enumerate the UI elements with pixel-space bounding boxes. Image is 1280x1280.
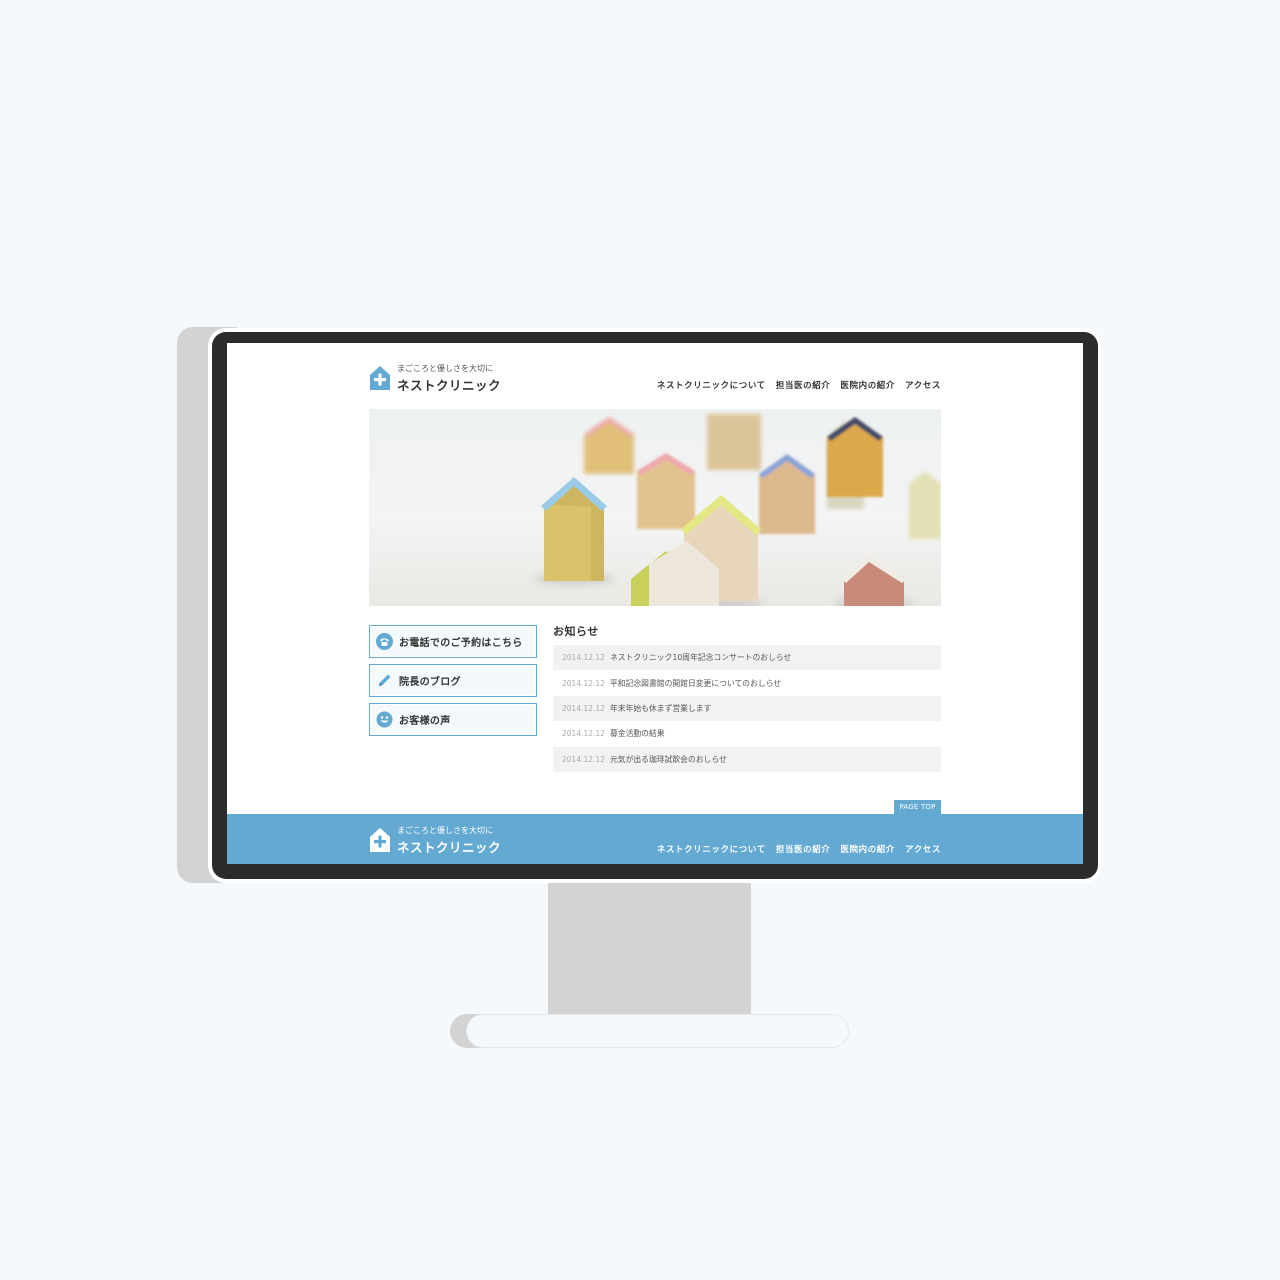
phone-reservation-button[interactable]: お電話でのご予約はこちら xyxy=(369,625,537,658)
clinic-house-icon xyxy=(370,366,390,390)
global-nav: ネストクリニックについて 担当医の紹介 医院内の紹介 アクセス xyxy=(657,379,941,391)
director-blog-button[interactable]: 院長のブログ xyxy=(369,664,537,697)
director-blog-label: 院長のブログ xyxy=(399,677,461,688)
news-date: 2014.12.12 xyxy=(562,653,605,663)
news-date: 2014.12.12 xyxy=(562,703,605,713)
news-text: 平和記念図書館の開館日変更についてのおしらせ xyxy=(610,678,782,688)
website-screen: まごころと優しさを大切に ネストクリニック ネストクリニックについて 担当医の紹… xyxy=(227,343,1083,864)
news-title: お知らせ xyxy=(553,625,599,638)
pencil-icon xyxy=(379,674,391,686)
customer-voice-button[interactable]: お客様の声 xyxy=(369,703,537,736)
news-item[interactable]: 2014.12.12 平和記念図書館の開館日変更についてのおしらせ xyxy=(553,670,941,695)
clinic-house-icon xyxy=(370,828,390,852)
footer-nav-about[interactable]: ネストクリニックについて xyxy=(657,843,766,855)
news-item[interactable]: 2014.12.12 年末年始も休まず営業します xyxy=(553,695,941,722)
site-tagline: まごころと優しさを大切に xyxy=(397,364,493,373)
wooden-houses-illustration xyxy=(534,414,941,606)
nav-doctors[interactable]: 担当医の紹介 xyxy=(776,379,831,391)
footer-nav-facility[interactable]: 医院内の紹介 xyxy=(840,843,895,855)
news-date: 2014.12.12 xyxy=(562,754,605,764)
site-header: まごころと優しさを大切に ネストクリニック ネストクリニックについて 担当医の紹… xyxy=(369,361,941,401)
footer-logo[interactable]: まごころと優しさを大切に ネストクリニック xyxy=(369,823,509,859)
news-item[interactable]: 2014.12.12 募金活動の結果 xyxy=(553,721,941,746)
site-name: ネストクリニック xyxy=(397,378,502,393)
footer-nav-access[interactable]: アクセス xyxy=(905,843,941,855)
news-list: 2014.12.12 ネストクリニック10周年記念コンサートのおしらせ 2014… xyxy=(553,645,941,772)
footer-tagline: まごころと優しさを大切に xyxy=(397,826,493,835)
nav-facility[interactable]: 医院内の紹介 xyxy=(840,379,895,391)
footer-header: まごころと優しさを大切に ネストクリニック ネストクリニックについて 担当医の紹… xyxy=(369,823,941,863)
sidebar: お電話でのご予約はこちら 院長のブログ お客様の声 xyxy=(369,625,537,742)
monitor-stand-base xyxy=(466,1014,849,1048)
news-text: 元気が出る珈琲試飲会のおしらせ xyxy=(610,754,727,764)
customer-voice-label: お客様の声 xyxy=(399,716,451,727)
news-item[interactable]: 2014.12.12 ネストクリニック10周年記念コンサートのおしらせ xyxy=(553,645,941,671)
smile-icon xyxy=(376,711,393,728)
monitor-stand-neck xyxy=(548,883,751,1015)
news-date: 2014.12.12 xyxy=(562,678,605,688)
site-footer: まごころと優しさを大切に ネストクリニック ネストクリニックについて 担当医の紹… xyxy=(227,814,1083,864)
page-top-button[interactable]: PAGE TOP xyxy=(894,800,941,814)
nav-about[interactable]: ネストクリニックについて xyxy=(657,379,766,391)
news-section: お知らせ 2014.12.12 ネストクリニック10周年記念コンサートのおしらせ… xyxy=(553,623,941,772)
news-text: 募金活動の結果 xyxy=(610,729,665,739)
news-date: 2014.12.12 xyxy=(562,729,605,739)
footer-nav-doctors[interactable]: 担当医の紹介 xyxy=(776,843,831,855)
news-text: ネストクリニック10周年記念コンサートのおしらせ xyxy=(610,653,792,663)
site-logo[interactable]: まごころと優しさを大切に ネストクリニック xyxy=(369,361,509,397)
news-item[interactable]: 2014.12.12 元気が出る珈琲試飲会のおしらせ xyxy=(553,746,941,772)
hero-image xyxy=(369,409,941,606)
footer-site-name: ネストクリニック xyxy=(397,840,502,855)
news-text: 年末年始も休まず営業します xyxy=(610,703,712,713)
phone-icon xyxy=(376,633,393,650)
footer-nav: ネストクリニックについて 担当医の紹介 医院内の紹介 アクセス xyxy=(657,843,941,855)
phone-reservation-label: お電話でのご予約はこちら xyxy=(399,638,523,649)
nav-access[interactable]: アクセス xyxy=(905,379,941,391)
